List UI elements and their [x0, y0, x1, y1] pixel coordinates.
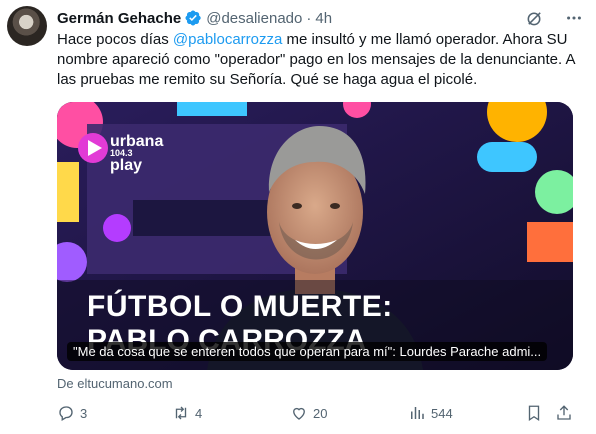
author-handle[interactable]: @desalienado	[206, 10, 302, 27]
more-options-icon[interactable]	[564, 8, 584, 28]
views-count: 544	[431, 405, 453, 421]
logo-line3: play	[110, 157, 143, 174]
tweet-text-part1: Hace pocos días	[57, 31, 173, 48]
views-button[interactable]: 544	[408, 404, 453, 422]
logo-line1: urbana	[110, 133, 164, 150]
card-title: "Me da cosa que se enteren todos que ope…	[67, 342, 548, 361]
action-bar: 3 4 20 544	[57, 404, 577, 426]
share-button[interactable]	[555, 404, 573, 422]
separator-dot: ·	[306, 9, 312, 27]
verified-badge-icon	[185, 10, 201, 26]
tweet-time[interactable]: 4h	[315, 10, 332, 27]
bookmark-icon	[528, 405, 540, 422]
link-card[interactable]: urbana 104.3 play FÚTBOL O MUERTE: PABLO…	[57, 102, 573, 370]
card-headline-line1: FÚTBOL O MUERTE:	[87, 290, 393, 323]
tweet-header: Germán Gehache @desalienado · 4h	[57, 8, 584, 28]
tweet-text: Hace pocos días @pablocarrozza me insult…	[57, 30, 587, 90]
author-name[interactable]: Germán Gehache	[57, 10, 181, 27]
card-logo: urbana 104.3 play	[110, 133, 164, 174]
share-icon	[557, 405, 571, 420]
repost-count: 4	[195, 405, 203, 421]
mention-link[interactable]: @pablocarrozza	[173, 31, 282, 48]
grok-icon[interactable]	[524, 8, 544, 28]
bookmark-button[interactable]	[525, 404, 543, 422]
like-count: 20	[313, 405, 328, 421]
reply-icon	[59, 406, 73, 421]
like-button[interactable]: 20	[290, 404, 327, 422]
repost-icon	[175, 406, 187, 420]
repost-button[interactable]: 4	[172, 404, 202, 422]
heart-icon	[293, 407, 305, 420]
card-source[interactable]: De eltucumano.com	[57, 376, 173, 391]
views-icon	[411, 407, 424, 419]
reply-count: 3	[80, 405, 88, 421]
reply-button[interactable]: 3	[57, 404, 87, 422]
author-avatar[interactable]	[7, 6, 47, 46]
